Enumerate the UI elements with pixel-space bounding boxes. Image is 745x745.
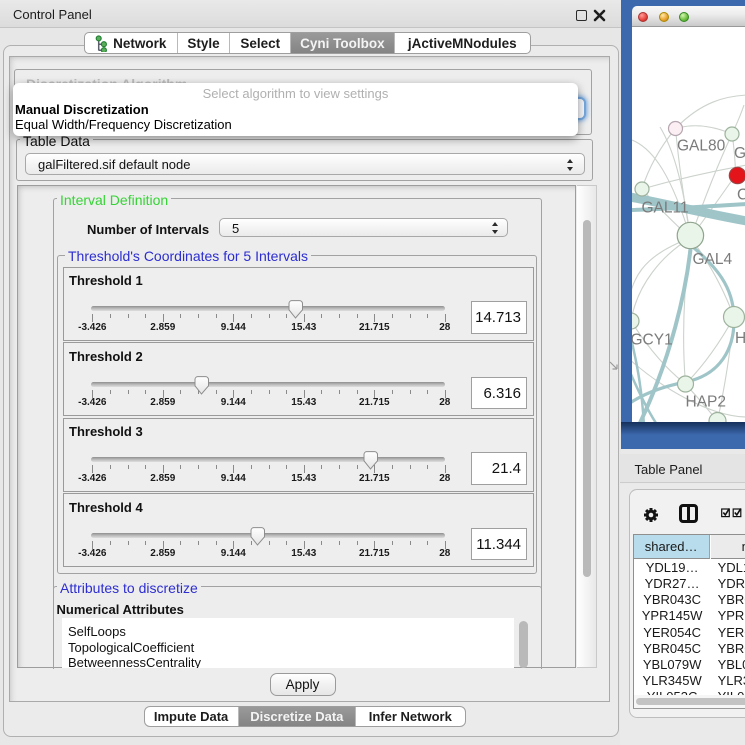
svg-text:HI: HI: [735, 330, 745, 347]
svg-text:GAL4: GAL4: [693, 251, 733, 268]
svg-text:GAL11: GAL11: [642, 200, 689, 217]
svg-text:GAL80: GAL80: [677, 138, 726, 155]
svg-text:C: C: [737, 187, 745, 204]
svg-text:GCY1: GCY1: [632, 332, 673, 349]
svg-text:GA: GA: [734, 145, 745, 162]
svg-text:HAP2: HAP2: [686, 394, 727, 411]
